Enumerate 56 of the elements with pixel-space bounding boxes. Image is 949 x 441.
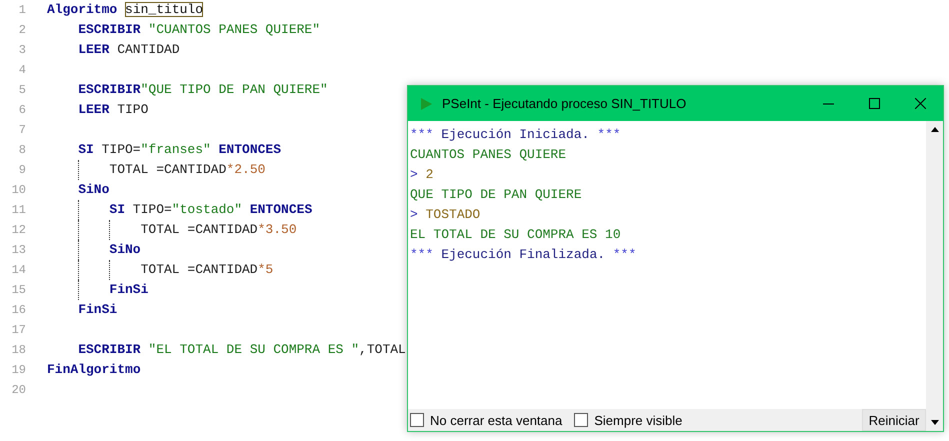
line-number: 19 xyxy=(10,363,26,377)
line-number: 17 xyxy=(10,323,26,337)
console-line: *** Ejecución Iniciada. *** xyxy=(410,126,622,144)
checkbox-label: No cerrar esta ventana xyxy=(430,412,562,428)
app-logo-icon xyxy=(418,96,434,112)
line-number: 18 xyxy=(10,343,26,357)
console-line: EL TOTAL DE SU COMPRA ES 10 xyxy=(410,226,622,244)
code-line: SI TIPO="franses" ENTONCES xyxy=(78,142,282,157)
console-line: > TOSTADO xyxy=(410,206,482,224)
indent-guide xyxy=(109,260,110,280)
console-line: > 2 xyxy=(410,166,434,184)
window-title: PSeInt - Ejecutando proceso SIN_TITULO xyxy=(442,96,688,111)
indent-guide xyxy=(78,160,80,180)
code-line: Algoritmo sin_titulo xyxy=(47,2,204,17)
code-line: SiNo xyxy=(109,242,141,257)
code-line: TOTAL =CANTIDAD*3.50 xyxy=(140,222,297,237)
code-line: ESCRIBIR "CUANTOS PANES QUIERE" xyxy=(78,22,320,37)
code-line: FinAlgoritmo xyxy=(47,362,141,377)
line-number: 20 xyxy=(10,383,26,397)
code-line: SI TIPO="tostado" ENTONCES xyxy=(109,202,312,217)
restart-button[interactable]: Reiniciar xyxy=(862,409,926,431)
line-number: 9 xyxy=(18,163,26,177)
line-number: 3 xyxy=(18,43,26,57)
line-number: 15 xyxy=(10,283,26,297)
code-line: FinSi xyxy=(109,282,148,297)
console-line: *** Ejecución Finalizada. *** xyxy=(410,246,638,264)
line-number: 6 xyxy=(18,103,26,117)
code-line: TOTAL =CANTIDAD*5 xyxy=(140,262,274,277)
code-line: TOTAL =CANTIDAD*2.50 xyxy=(109,162,266,177)
checkbox[interactable] xyxy=(410,413,424,427)
line-number: 13 xyxy=(10,243,26,257)
line-number: 10 xyxy=(10,183,26,197)
line-number: 8 xyxy=(18,143,26,157)
line-number: 2 xyxy=(18,23,26,37)
line-number: 12 xyxy=(10,223,26,237)
maximize-icon xyxy=(868,98,880,109)
close-icon xyxy=(914,98,926,109)
code-line: LEER TIPO xyxy=(78,102,148,117)
line-number: 14 xyxy=(10,263,26,277)
code-line: SiNo xyxy=(78,182,110,197)
line-number: 5 xyxy=(18,83,26,97)
checkbox-label: Siempre visible xyxy=(594,412,682,428)
indent-guide xyxy=(109,220,110,240)
line-number: 7 xyxy=(18,123,26,137)
line-number: 16 xyxy=(10,303,26,317)
checkbox[interactable] xyxy=(574,413,588,427)
code-line: ESCRIBIR "EL TOTAL DE SU COMPRA ES ",TOTAL xyxy=(78,342,406,357)
console-line: CUANTOS PANES QUIERE xyxy=(410,146,568,164)
line-number: 4 xyxy=(18,63,26,77)
console-line: QUE TIPO DE PAN QUIERE xyxy=(410,186,583,204)
scrollbar[interactable] xyxy=(926,121,943,431)
code-line: LEER CANTIDAD xyxy=(78,42,180,57)
code-line: FinSi xyxy=(78,302,118,317)
code-line: ESCRIBIR"QUE TIPO DE PAN QUIERE" xyxy=(78,82,328,97)
line-number: 1 xyxy=(18,3,26,17)
line-number: 11 xyxy=(10,203,26,217)
